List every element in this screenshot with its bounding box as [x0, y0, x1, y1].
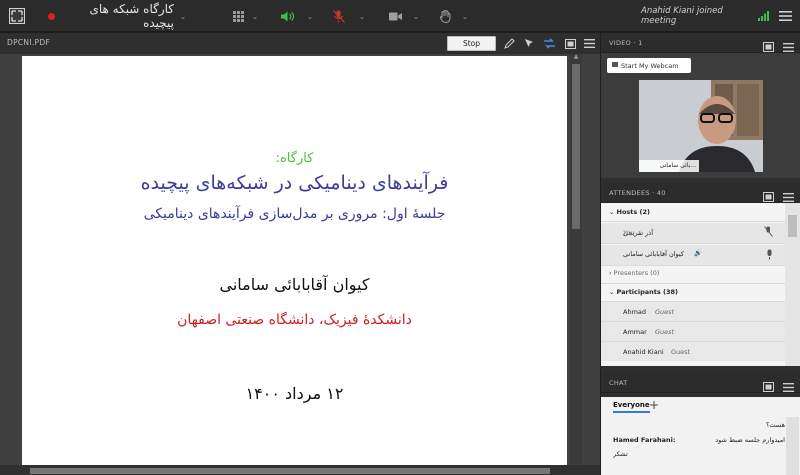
chat-pod-title: CHAT: [609, 379, 628, 387]
attendee-role: Guest: [655, 328, 675, 336]
record-indicator-icon[interactable]: [44, 0, 58, 32]
chat-sender: Hamed Farahani:: [613, 436, 676, 444]
attendees-scrollbar-thumb[interactable]: [788, 215, 797, 237]
video-pod-body: Start My Webcam ...بائی سامانی: [601, 53, 800, 178]
pdf-page: کارگاه: فرآیندهای دینامیکی در شبکه‌های پ…: [22, 56, 567, 475]
attendees-list: ⌄ Hosts (2) آذر تقریجی You کیوان آقابابا…: [601, 203, 800, 366]
attendee-role: You: [623, 229, 635, 237]
chat-message: هست؟: [613, 421, 785, 429]
attendees-options-menu-icon[interactable]: [783, 187, 795, 202]
share-pod-title: DPCNI.PDF: [7, 38, 51, 47]
slide-date: ۱۲ مرداد ۱۴۰۰: [245, 384, 344, 403]
speaker-chevron-down-icon[interactable]: ⌄: [305, 0, 315, 32]
video-tile-name: ...بائی سامانی: [639, 160, 699, 172]
attendee-name: کیوان آقابابائی سامانی: [623, 250, 684, 258]
raise-hand-icon[interactable]: [437, 0, 453, 32]
slide-title: فرآیندهای دینامیکی در شبکه‌های پیچیده: [140, 172, 449, 194]
slide-affiliation: دانشکدهٔ فیزیک، دانشگاه صنعتی اصفهان: [177, 312, 412, 328]
attendee-row[interactable]: Ammar Guest: [601, 322, 785, 341]
attendee-row[interactable]: Ahmad Guest: [601, 302, 785, 321]
stop-sharing-button[interactable]: Stop Sharing: [447, 36, 496, 61]
speaker-icon[interactable]: [279, 0, 295, 32]
start-webcam-button[interactable]: Start My Webcam: [607, 58, 691, 73]
attendee-row[interactable]: کیوان آقابابائی سامانی 🔊: [601, 245, 785, 265]
chat-options-menu-icon[interactable]: [783, 377, 795, 392]
separator: [601, 243, 785, 244]
meeting-title[interactable]: کارگاه شبکه های پیچیده: [74, 0, 174, 32]
chat-tab-everyone[interactable]: Everyone: [613, 401, 650, 413]
video-maximize-icon[interactable]: [763, 37, 775, 52]
chat-scrollbar[interactable]: [786, 417, 799, 475]
slide-author: کیوان آقابابائی سامانی: [219, 275, 370, 294]
chat-message-text: تشکر: [613, 450, 628, 458]
main-menu-icon[interactable]: [776, 0, 794, 32]
attendee-row[interactable]: آذر تقریجی You: [601, 223, 785, 243]
attendees-pod-title: ATTENDEES · 40: [609, 189, 666, 197]
chat-maximize-icon[interactable]: [763, 377, 775, 392]
new-chat-plus-icon[interactable]: +: [649, 398, 659, 412]
microphone-chevron-down-icon[interactable]: ⌄: [357, 0, 367, 32]
hosts-group-header[interactable]: ⌄ Hosts (2): [609, 208, 793, 216]
attendee-name: Anahid Kiani: [623, 348, 664, 356]
maximize-pod-icon[interactable]: [563, 36, 578, 51]
attendee-row[interactable]: Anahid Kiani Guest: [601, 342, 785, 361]
attendee-name: Ammar: [623, 328, 647, 336]
horizontal-scrollbar-thumb[interactable]: [30, 468, 550, 474]
meeting-menu-chevron-down-icon[interactable]: ⌄: [178, 0, 188, 32]
attendees-pod-header: ATTENDEES · 40: [601, 183, 800, 203]
draw-pencil-icon[interactable]: [502, 36, 517, 51]
video-tile[interactable]: ...بائی سامانی: [639, 80, 763, 172]
chat-pod-header: CHAT: [601, 373, 800, 393]
sync-icon[interactable]: [542, 36, 557, 51]
chat-message: Hamed Farahani: امیدوارم جلسه ضبط شود: [613, 436, 785, 444]
speaking-icon: 🔊: [694, 249, 703, 257]
separator: [601, 283, 785, 284]
join-notification: Anahid Kiani joined meeting: [641, 6, 723, 26]
attendee-role: Guest: [671, 348, 691, 356]
camera-chevron-down-icon[interactable]: ⌄: [411, 0, 421, 32]
separator: [601, 221, 785, 222]
scroll-up-icon[interactable]: ▲: [572, 54, 580, 60]
pointer-icon[interactable]: [522, 36, 537, 51]
participants-chevron-down-icon: ⌄: [609, 288, 617, 296]
document-viewport: کارگاه: فرآیندهای دینامیکی در شبکه‌های پ…: [0, 54, 600, 475]
chat-message-text: امیدوارم جلسه ضبط شود: [715, 436, 785, 444]
microphone-muted-icon[interactable]: [331, 0, 347, 32]
separator: [601, 265, 785, 266]
chat-panel: Everyone + هست؟ Hamed Farahani: امیدوارم…: [601, 397, 800, 475]
document-vertical-scrollbar[interactable]: ▲ ▼: [570, 54, 582, 475]
right-pods-column: VIDEO · 1 Start My Webcam ...بائی سامانی…: [601, 33, 800, 475]
share-pod: DPCNI.PDF Stop Sharing کارگاه: فرآیندهای…: [0, 33, 600, 475]
status-chevron-down-icon[interactable]: ⌄: [460, 0, 470, 32]
chat-message: تشکر: [613, 450, 785, 458]
camera-icon[interactable]: [387, 0, 403, 32]
slide-workshop-label: کارگاه:: [275, 151, 314, 166]
video-pod-title: VIDEO · 1: [609, 39, 643, 47]
mic-icon: [766, 249, 773, 262]
video-options-menu-icon[interactable]: [783, 37, 795, 52]
top-bar: کارگاه شبکه های پیچیده ⌄ ⌄ ⌄ ⌄ ⌄ ⌄ Anahi…: [0, 0, 800, 32]
attendees-scrollbar[interactable]: [785, 203, 800, 366]
layouts-chevron-down-icon[interactable]: ⌄: [250, 0, 260, 32]
presenters-group-header[interactable]: › Presenters (0): [609, 269, 793, 277]
adobe-connect-window: کارگاه شبکه های پیچیده ⌄ ⌄ ⌄ ⌄ ⌄ ⌄ Anahi…: [0, 0, 800, 475]
webcam-icon: [612, 62, 618, 67]
mic-muted-icon: [764, 226, 773, 239]
attendees-maximize-icon[interactable]: [763, 187, 775, 202]
connection-signal-icon: [756, 0, 770, 32]
scrollbar-thumb[interactable]: [572, 64, 580, 229]
participants-group-header[interactable]: ⌄ Participants (38): [609, 288, 793, 296]
slide-session-subtitle: جلسهٔ اول: مروری بر مدل‌سازی فرآیندهای د…: [143, 206, 446, 222]
fullscreen-icon[interactable]: [6, 0, 28, 32]
share-pod-header: DPCNI.PDF Stop Sharing: [0, 33, 600, 61]
attendee-role: Guest: [655, 308, 675, 316]
video-pod-header: VIDEO · 1: [601, 33, 800, 53]
hosts-chevron-down-icon: ⌄: [609, 208, 617, 216]
pod-options-menu-icon[interactable]: [582, 36, 597, 51]
attendee-name: Ahmad: [623, 308, 647, 316]
video-feed-person: [639, 80, 763, 172]
chat-message-text: هست؟: [765, 421, 785, 429]
layouts-grid-icon[interactable]: [231, 0, 245, 32]
